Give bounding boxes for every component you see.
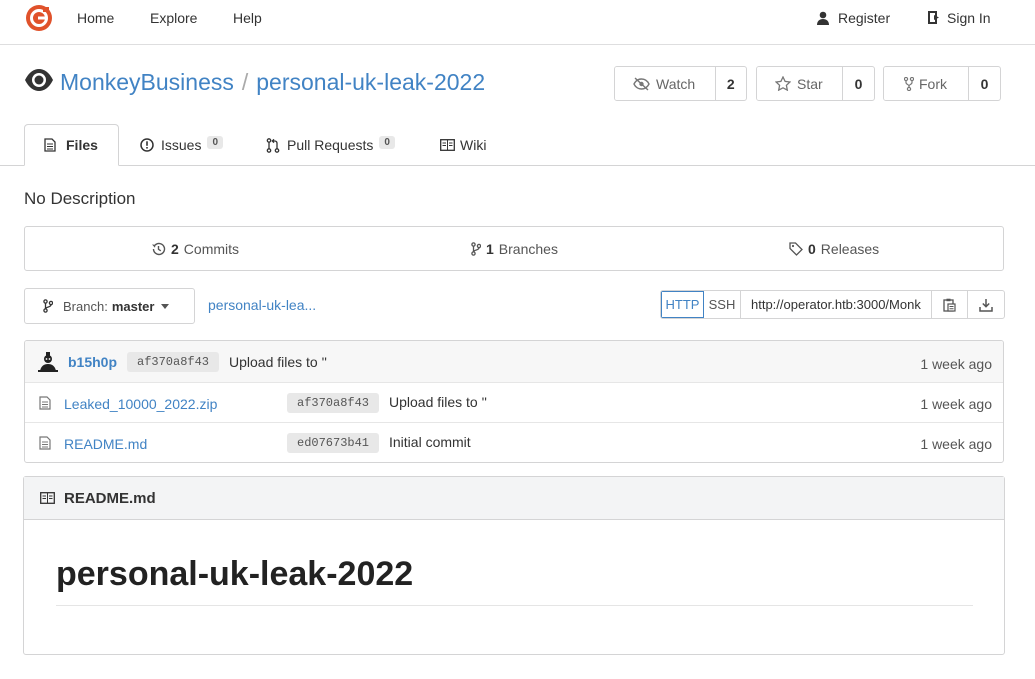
readme-heading: personal-uk-leak-2022 (56, 555, 414, 593)
tab-wiki-label: Wiki (460, 137, 487, 153)
commits-count: 2 (171, 241, 179, 257)
eye-icon (24, 66, 54, 94)
clone-url-input[interactable] (741, 291, 932, 318)
tab-files-label: Files (66, 137, 98, 153)
star-button-group: Star 0 (756, 66, 875, 101)
user-avatar-icon[interactable] (37, 351, 59, 373)
tab-issues-label: Issues (161, 137, 202, 153)
commit-author-link[interactable]: b15h0p (68, 354, 117, 370)
repo-owner-link[interactable]: MonkeyBusiness (60, 69, 234, 95)
nav-home-link[interactable]: Home (77, 10, 114, 26)
file-commit-age: 1 week ago (920, 396, 992, 412)
fork-count[interactable]: 0 (969, 67, 1000, 100)
top-navbar: Home Explore Help Register Sign In (0, 0, 1035, 45)
readme-filename: README.md (64, 489, 156, 507)
issue-icon (140, 138, 154, 152)
file-commit-message[interactable]: Upload files to '' (389, 394, 487, 410)
commits-label: Commits (183, 241, 240, 257)
watch-button[interactable]: Watch (615, 67, 716, 100)
file-text-icon (44, 138, 56, 152)
branches-count: 1 (486, 241, 494, 257)
watch-label: Watch (656, 75, 696, 92)
nav-register-link[interactable]: Register (838, 10, 890, 26)
watch-count[interactable]: 2 (716, 67, 746, 100)
repo-name-link[interactable]: personal-uk-leak-2022 (256, 69, 485, 95)
watch-eye-slash-icon (633, 76, 650, 91)
repo-title-separator: / (241, 69, 249, 95)
clone-url-bar: HTTP SSH (660, 290, 1005, 319)
latest-commit-message[interactable]: Upload files to '' (229, 354, 327, 370)
releases-label: Releases (820, 241, 880, 257)
latest-commit-age: 1 week ago (920, 356, 992, 372)
wiki-book-icon (40, 492, 55, 504)
file-commit-message[interactable]: Initial commit (389, 434, 471, 450)
tab-files[interactable]: Files (24, 124, 119, 166)
copy-url-button[interactable] (932, 291, 968, 318)
tag-icon (789, 242, 803, 256)
fork-button-group: Fork 0 (883, 66, 1001, 101)
breadcrumb-repo-link[interactable]: personal-uk-lea... (208, 297, 316, 313)
register-user-icon (816, 11, 830, 25)
file-name-link[interactable]: README.md (64, 436, 147, 452)
file-commit-sha[interactable]: af370a8f43 (287, 393, 380, 413)
clipboard-icon (943, 298, 956, 312)
fork-label: Fork (919, 75, 947, 92)
releases-link[interactable]: 0 Releases (789, 241, 879, 257)
caret-down-icon (161, 303, 170, 309)
repo-stats-bar: 2 Commits 1 Branches 0 Releases (24, 226, 1004, 271)
download-archive-button[interactable] (968, 291, 1004, 318)
latest-commit-row: b15h0p af370a8f43 Upload files to '' 1 w… (25, 341, 1003, 383)
repo-title: MonkeyBusiness / personal-uk-leak-2022 (60, 69, 485, 96)
branch-prefix: Branch: (63, 298, 108, 314)
branches-label: Branches (498, 241, 558, 257)
wiki-book-icon (440, 139, 455, 151)
file-text-icon (39, 436, 51, 450)
table-row: README.md ed07673b41 Initial commit 1 we… (25, 423, 1003, 462)
readme-header: README.md (24, 477, 1004, 520)
latest-commit-sha[interactable]: af370a8f43 (127, 352, 220, 372)
star-button[interactable]: Star (757, 67, 843, 100)
watch-button-group: Watch 2 (614, 66, 747, 101)
file-text-icon (39, 396, 51, 410)
clone-ssh-button[interactable]: SSH (704, 291, 741, 318)
branch-icon (43, 299, 53, 313)
pull-request-icon (266, 137, 280, 153)
issues-count-badge: 0 (207, 135, 224, 149)
readme-panel: README.md personal-uk-leak-2022 (23, 476, 1005, 655)
file-list-table: b15h0p af370a8f43 Upload files to '' 1 w… (24, 340, 1004, 463)
gitea-logo-icon[interactable] (25, 4, 53, 32)
branch-name: master (111, 298, 155, 314)
fork-button[interactable]: Fork (884, 67, 969, 100)
sign-in-icon (927, 10, 941, 25)
branch-dropdown[interactable]: Branch: master (24, 288, 195, 324)
download-icon (979, 298, 993, 312)
branch-icon (471, 242, 481, 256)
nav-help-link[interactable]: Help (233, 10, 262, 26)
file-name-link[interactable]: Leaked_10000_2022.zip (64, 396, 217, 412)
file-commit-sha[interactable]: ed07673b41 (287, 433, 380, 453)
fork-icon (904, 76, 914, 91)
tab-wiki[interactable]: Wiki (440, 124, 486, 166)
file-commit-age: 1 week ago (920, 436, 992, 452)
tab-issues[interactable]: Issues 0 (140, 124, 224, 166)
nav-explore-link[interactable]: Explore (150, 10, 197, 26)
releases-count: 0 (808, 241, 816, 257)
commits-link[interactable]: 2 Commits (151, 241, 239, 257)
branches-link[interactable]: 1 Branches (471, 241, 558, 257)
star-icon (775, 76, 791, 91)
repo-description: No Description (24, 189, 136, 208)
tab-pull-requests[interactable]: Pull Requests 0 (266, 124, 395, 166)
clone-http-button[interactable]: HTTP (661, 291, 704, 318)
tab-pull-requests-label: Pull Requests (287, 137, 374, 153)
star-count[interactable]: 0 (843, 67, 874, 100)
table-row: Leaked_10000_2022.zip af370a8f43 Upload … (25, 383, 1003, 423)
readme-heading-divider (56, 605, 973, 606)
star-label: Star (797, 75, 823, 92)
pull-requests-count-badge: 0 (379, 135, 395, 149)
nav-signin-link[interactable]: Sign In (947, 10, 991, 26)
history-icon (152, 242, 166, 256)
